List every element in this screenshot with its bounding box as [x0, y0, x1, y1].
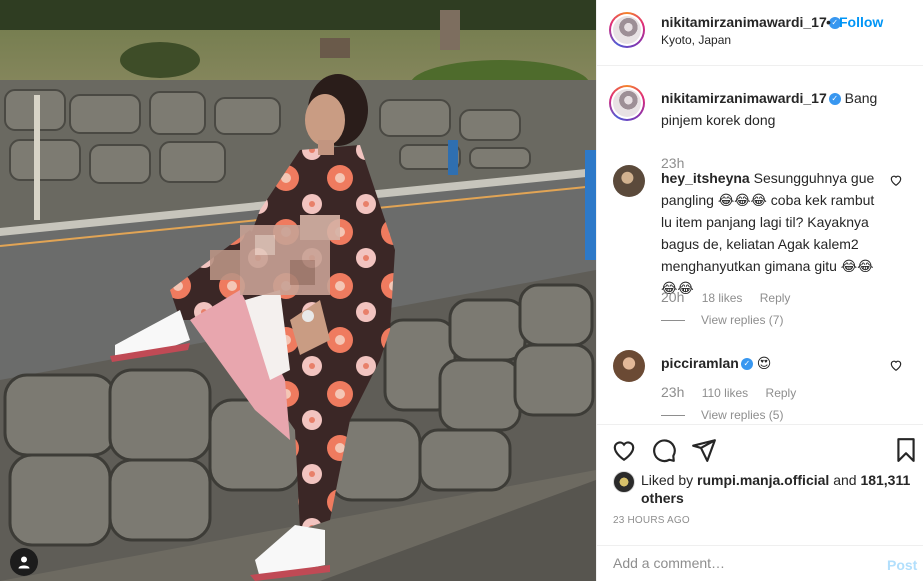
post-image	[0, 0, 596, 581]
liked-by-avatar[interactable]	[613, 471, 635, 493]
author-username[interactable]: nikitamirzanimawardi_17 ✓	[661, 14, 841, 30]
comment-icon[interactable]	[651, 437, 677, 463]
user-tag-icon[interactable]	[10, 548, 38, 576]
comment-reply-button[interactable]: Reply	[766, 386, 797, 400]
post-timestamp[interactable]: 23 HOURS AGO	[613, 515, 690, 526]
header-separator: •	[826, 14, 831, 30]
author-username-text[interactable]: nikitamirzanimawardi_17	[661, 14, 827, 30]
verified-badge-icon: ✓	[740, 358, 753, 371]
commenter-avatar[interactable]	[613, 165, 645, 197]
commenter-username[interactable]: picciramlan	[661, 355, 739, 371]
post-side-panel: nikitamirzanimawardi_17 ✓ • Follow Kyoto,…	[596, 0, 923, 581]
likes-conjunction: and	[833, 472, 857, 488]
likes-prefix: Liked by	[641, 472, 694, 488]
replies-divider	[661, 320, 685, 322]
comment-like-heart-icon[interactable]	[889, 358, 903, 372]
liked-by-username[interactable]: rumpi.manja.official	[697, 472, 829, 488]
bookmark-icon[interactable]	[893, 437, 919, 463]
view-replies-button[interactable]: View replies (5)	[661, 408, 783, 422]
post-location[interactable]: Kyoto, Japan	[661, 33, 731, 47]
heart-icon[interactable]	[611, 437, 637, 463]
post-photo[interactable]	[0, 0, 596, 581]
comment-timestamp[interactable]: 23h	[661, 384, 684, 400]
author-avatar[interactable]	[609, 12, 645, 48]
add-comment-input[interactable]	[613, 555, 863, 571]
comment-meta: 20h 18 likes Reply	[661, 289, 790, 305]
comment-like-heart-icon[interactable]	[889, 173, 903, 187]
comment-body: Sesungguhnya gue pangling 😂😂😂 coba kek r…	[661, 170, 875, 296]
likes-summary: Liked by rumpi.manja.official and 181,31…	[641, 471, 911, 507]
add-comment-bar: Post	[597, 545, 923, 581]
view-replies-label[interactable]: View replies (5)	[701, 408, 783, 422]
comment-likes[interactable]: 18 likes	[702, 291, 743, 305]
post-comment-button[interactable]: Post	[887, 557, 917, 573]
caption-text: nikitamirzanimawardi_17 ✓ Bang pinjem kor…	[661, 87, 901, 131]
post-actions: Liked by rumpi.manja.official and 181,31…	[597, 424, 923, 526]
comments-section[interactable]: nikitamirzanimawardi_17 ✓ Bang pinjem kor…	[597, 67, 923, 423]
view-replies-label[interactable]: View replies (7)	[701, 313, 783, 327]
comment-reply-button[interactable]: Reply	[760, 291, 791, 305]
comment-text: picciramlan ✓ 😍	[661, 352, 883, 374]
replies-divider	[661, 415, 685, 417]
send-icon[interactable]	[691, 437, 717, 463]
comment-body: 😍	[756, 355, 772, 371]
comment-timestamp[interactable]: 20h	[661, 289, 684, 305]
comment-meta: 23h 110 likes Reply	[661, 384, 796, 400]
comment-text: hey_itsheyna Sesungguhnya gue pangling 😂…	[661, 167, 883, 299]
caption-username[interactable]: nikitamirzanimawardi_17	[661, 90, 827, 106]
post-header: nikitamirzanimawardi_17 ✓ • Follow Kyoto,…	[597, 0, 923, 66]
commenter-avatar[interactable]	[613, 350, 645, 382]
follow-button[interactable]: Follow	[839, 14, 883, 30]
caption-author-avatar[interactable]	[609, 85, 645, 121]
verified-badge-icon: ✓	[828, 93, 841, 106]
comment-likes[interactable]: 110 likes	[702, 386, 748, 400]
view-replies-button[interactable]: View replies (7)	[661, 313, 783, 327]
commenter-username[interactable]: hey_itsheyna	[661, 170, 750, 186]
